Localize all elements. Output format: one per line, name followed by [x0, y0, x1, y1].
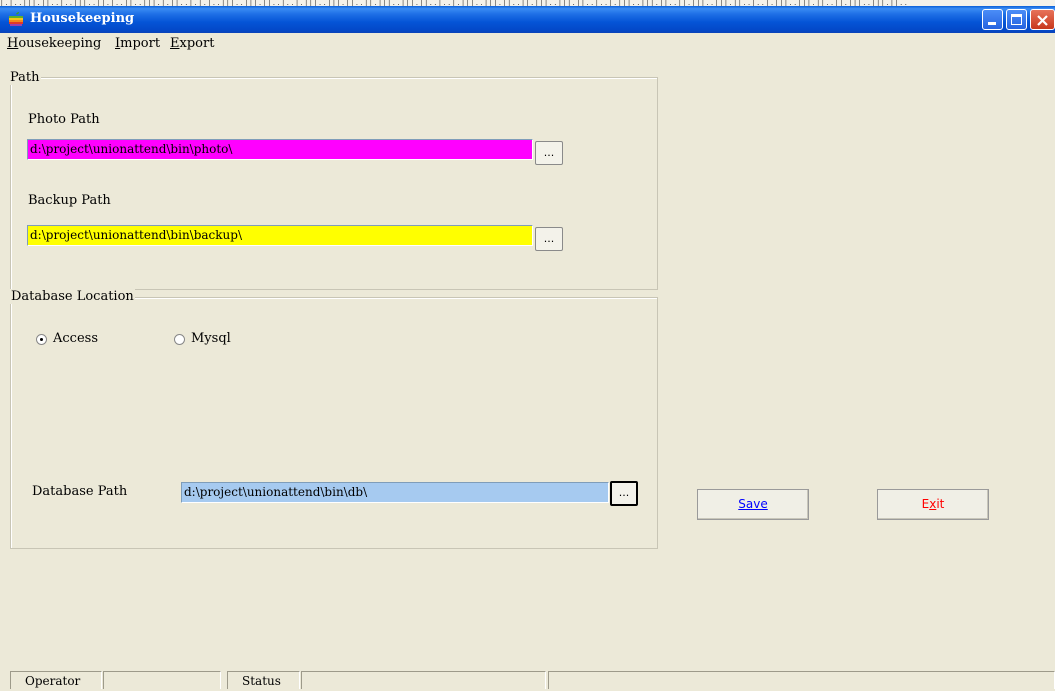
status-bar: Operator Status: [0, 671, 1055, 689]
database-browse-button[interactable]: ...: [610, 481, 638, 506]
window-title: Housekeeping: [30, 11, 135, 26]
database-path-label: Database Path: [32, 484, 128, 499]
status-extra-panel: [548, 671, 1055, 689]
save-button[interactable]: Save: [697, 489, 809, 520]
app-icon: [9, 12, 23, 26]
exit-button[interactable]: Exit: [877, 489, 989, 520]
photo-browse-button[interactable]: ...: [535, 141, 563, 165]
close-icon: [1037, 15, 1048, 26]
photo-path-label: Photo Path: [28, 112, 100, 127]
backup-path-label: Backup Path: [28, 193, 111, 208]
menu-bar: Housekeeping Import Export: [0, 33, 1055, 54]
backup-browse-button[interactable]: ...: [535, 227, 563, 251]
minimize-icon: [988, 22, 996, 25]
database-group: [10, 297, 658, 549]
radio-access[interactable]: [36, 334, 47, 345]
database-path-field[interactable]: d:\project\unionattend\bin\db\: [181, 482, 609, 503]
title-bar[interactable]: Housekeeping: [0, 6, 1055, 33]
photo-path-field[interactable]: d:\project\unionattend\bin\photo\: [27, 139, 533, 160]
status-status-label: Status: [227, 671, 300, 689]
save-button-label: Save: [738, 497, 768, 511]
menu-import[interactable]: Import: [115, 36, 160, 51]
backup-path-field[interactable]: d:\project\unionattend\bin\backup\: [27, 225, 533, 246]
menu-export[interactable]: Export: [170, 36, 214, 51]
database-group-legend: Database Location: [10, 289, 135, 304]
path-group-legend: Path: [9, 70, 41, 85]
maximize-button[interactable]: [1006, 9, 1027, 30]
exit-button-label: Exit: [921, 497, 945, 511]
minimize-button[interactable]: [982, 9, 1003, 30]
close-button[interactable]: [1030, 9, 1055, 30]
radio-mysql-label[interactable]: Mysql: [191, 331, 231, 346]
status-operator-value: [103, 671, 221, 689]
status-status-value: [301, 671, 546, 689]
menu-housekeeping[interactable]: Housekeeping: [7, 36, 101, 51]
radio-mysql[interactable]: [174, 334, 185, 345]
maximize-icon: [1011, 14, 1022, 25]
status-operator-label: Operator: [10, 671, 102, 689]
radio-access-label[interactable]: Access: [53, 331, 98, 346]
path-group: [10, 77, 658, 290]
